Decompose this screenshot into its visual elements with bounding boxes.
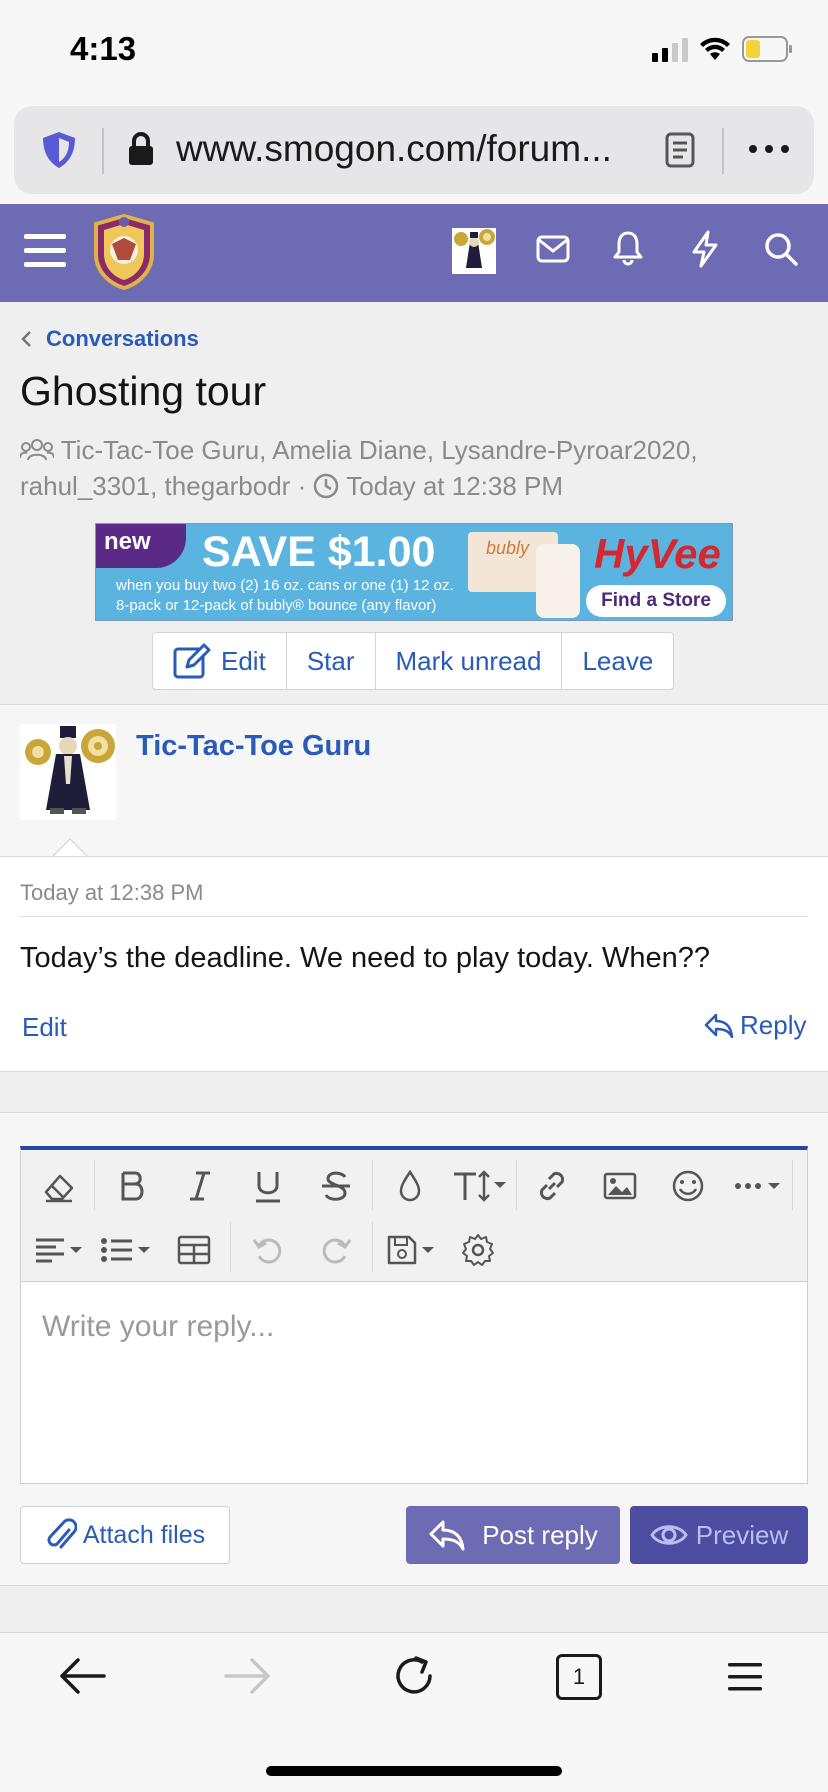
- bell-icon[interactable]: [612, 230, 644, 266]
- url-text[interactable]: www.smogon.com/forum...: [176, 128, 612, 170]
- post-reply-label: Post reply: [482, 1519, 598, 1550]
- reload-icon[interactable]: [392, 1654, 436, 1698]
- hamburger-menu-icon[interactable]: [24, 232, 66, 270]
- inbox-icon[interactable]: [536, 234, 570, 264]
- lightning-icon[interactable]: [690, 230, 720, 268]
- message-body: Today’s the deadline. We need to play to…: [20, 942, 711, 974]
- toolbar-separator: [516, 1160, 517, 1210]
- preview-label: Preview: [695, 1519, 789, 1550]
- ad-find-store-button[interactable]: Find a Store: [586, 585, 726, 617]
- text-color-icon[interactable]: [392, 1168, 428, 1204]
- message-edit-link[interactable]: Edit: [22, 1012, 67, 1043]
- chevron-left-icon[interactable]: [20, 330, 32, 348]
- table-icon[interactable]: [176, 1232, 212, 1268]
- undo-icon[interactable]: [250, 1232, 286, 1268]
- home-indicator: [266, 1766, 562, 1776]
- underline-icon[interactable]: [250, 1168, 286, 1204]
- clear-formatting-icon[interactable]: [40, 1168, 76, 1204]
- ad-brand-logo: HyVee: [594, 530, 721, 577]
- shield-icon[interactable]: [40, 130, 78, 170]
- conversation-actions: Edit Star Mark unread Leave: [152, 632, 675, 690]
- toolbar-separator: [230, 1222, 231, 1272]
- status-time: 4:13: [70, 30, 137, 67]
- save-draft-icon[interactable]: [386, 1232, 442, 1268]
- link-icon[interactable]: [534, 1168, 570, 1204]
- participants-icon: [20, 439, 54, 461]
- italic-icon[interactable]: [182, 1168, 218, 1204]
- toolbar-separator: [372, 1222, 373, 1272]
- battery-icon: [742, 36, 794, 62]
- toolbar-separator: [792, 1160, 793, 1210]
- message-time[interactable]: Today at 12:38 PM: [20, 880, 203, 906]
- list-icon[interactable]: [100, 1232, 156, 1268]
- user-avatar-icon[interactable]: [452, 228, 496, 274]
- smogon-logo[interactable]: [90, 214, 158, 290]
- bold-icon[interactable]: [114, 1168, 150, 1204]
- reader-mode-icon[interactable]: [665, 132, 695, 168]
- clock-icon: [314, 473, 339, 499]
- edit-icon: [173, 643, 211, 679]
- toolbar-separator: [372, 1160, 373, 1210]
- breadcrumb-conversations[interactable]: Conversations: [46, 326, 199, 352]
- page-title: Ghosting tour: [20, 368, 267, 414]
- signal-icon: [652, 38, 688, 62]
- forward-arrow-icon[interactable]: [224, 1656, 272, 1696]
- align-icon[interactable]: [34, 1232, 88, 1268]
- ad-fine-print-2: 8-pack or 12-pack of bubly® bounce (any …: [116, 597, 437, 614]
- message-reply-link[interactable]: Reply: [704, 1010, 806, 1041]
- settings-gear-icon[interactable]: [460, 1232, 496, 1268]
- attach-files-button[interactable]: Attach files: [20, 1506, 230, 1564]
- advertisement-banner[interactable]: new SAVE $1.00 when you buy two (2) 16 o…: [95, 523, 733, 621]
- reply-icon: [704, 1013, 734, 1038]
- eye-icon: [649, 1525, 688, 1545]
- attach-files-label: Attach files: [82, 1520, 206, 1549]
- browser-menu-icon[interactable]: [728, 1660, 762, 1694]
- toolbar-separator: [94, 1160, 95, 1210]
- back-arrow-icon[interactable]: [58, 1656, 106, 1696]
- author-username[interactable]: Tic-Tac-Toe Guru: [136, 730, 371, 763]
- star-button[interactable]: Star: [287, 633, 376, 689]
- reply-arrow-icon: [429, 1520, 465, 1551]
- strikethrough-icon[interactable]: [318, 1168, 354, 1204]
- search-icon[interactable]: [764, 232, 798, 266]
- paperclip-icon: [47, 1518, 77, 1549]
- url-divider-2: [722, 128, 724, 174]
- preview-button[interactable]: Preview: [630, 1506, 808, 1564]
- participants-list-2[interactable]: rahul_3301, thegarbodr: [20, 471, 290, 501]
- message-divider: [20, 916, 808, 917]
- font-size-icon[interactable]: [452, 1168, 508, 1204]
- url-divider: [102, 128, 104, 174]
- ad-product-name: bubly: [486, 538, 530, 558]
- ad-new-badge: new: [96, 524, 186, 568]
- edit-button-label: Edit: [221, 645, 266, 676]
- more-options-toolbar-icon[interactable]: [732, 1168, 788, 1204]
- image-icon[interactable]: [602, 1168, 638, 1204]
- author-avatar[interactable]: [20, 724, 116, 820]
- tabs-count-button[interactable]: 1: [556, 1654, 602, 1700]
- reply-label: Reply: [740, 1010, 807, 1040]
- conversation-meta: Tic-Tac-Toe Guru, Amelia Diane, Lysandre…: [20, 432, 810, 504]
- leave-button[interactable]: Leave: [562, 633, 673, 689]
- ad-fine-print-1: when you buy two (2) 16 oz. cans or one …: [116, 577, 454, 594]
- mark-unread-button[interactable]: Mark unread: [376, 633, 563, 689]
- more-options-icon[interactable]: [748, 144, 790, 154]
- post-reply-button[interactable]: Post reply: [406, 1506, 620, 1564]
- reply-input-placeholder[interactable]: Write your reply...: [42, 1310, 274, 1344]
- redo-icon[interactable]: [318, 1232, 354, 1268]
- wifi-icon: [698, 36, 732, 62]
- message-user-block: [0, 704, 828, 856]
- ad-fine-print: when you buy two (2) 16 oz. cans or one …: [116, 576, 454, 616]
- edit-button[interactable]: Edit: [153, 633, 287, 689]
- participants-list-1[interactable]: Tic-Tac-Toe Guru, Amelia Diane, Lysandre…: [61, 435, 698, 465]
- ad-headline: SAVE $1.00: [202, 528, 436, 576]
- conversation-timestamp: Today at 12:38 PM: [346, 471, 564, 501]
- meta-separator: ·: [297, 471, 307, 501]
- ad-product-can-image: [536, 544, 580, 618]
- emoji-icon[interactable]: [670, 1168, 706, 1204]
- message-arrow: [52, 838, 88, 858]
- lock-icon: [128, 132, 154, 166]
